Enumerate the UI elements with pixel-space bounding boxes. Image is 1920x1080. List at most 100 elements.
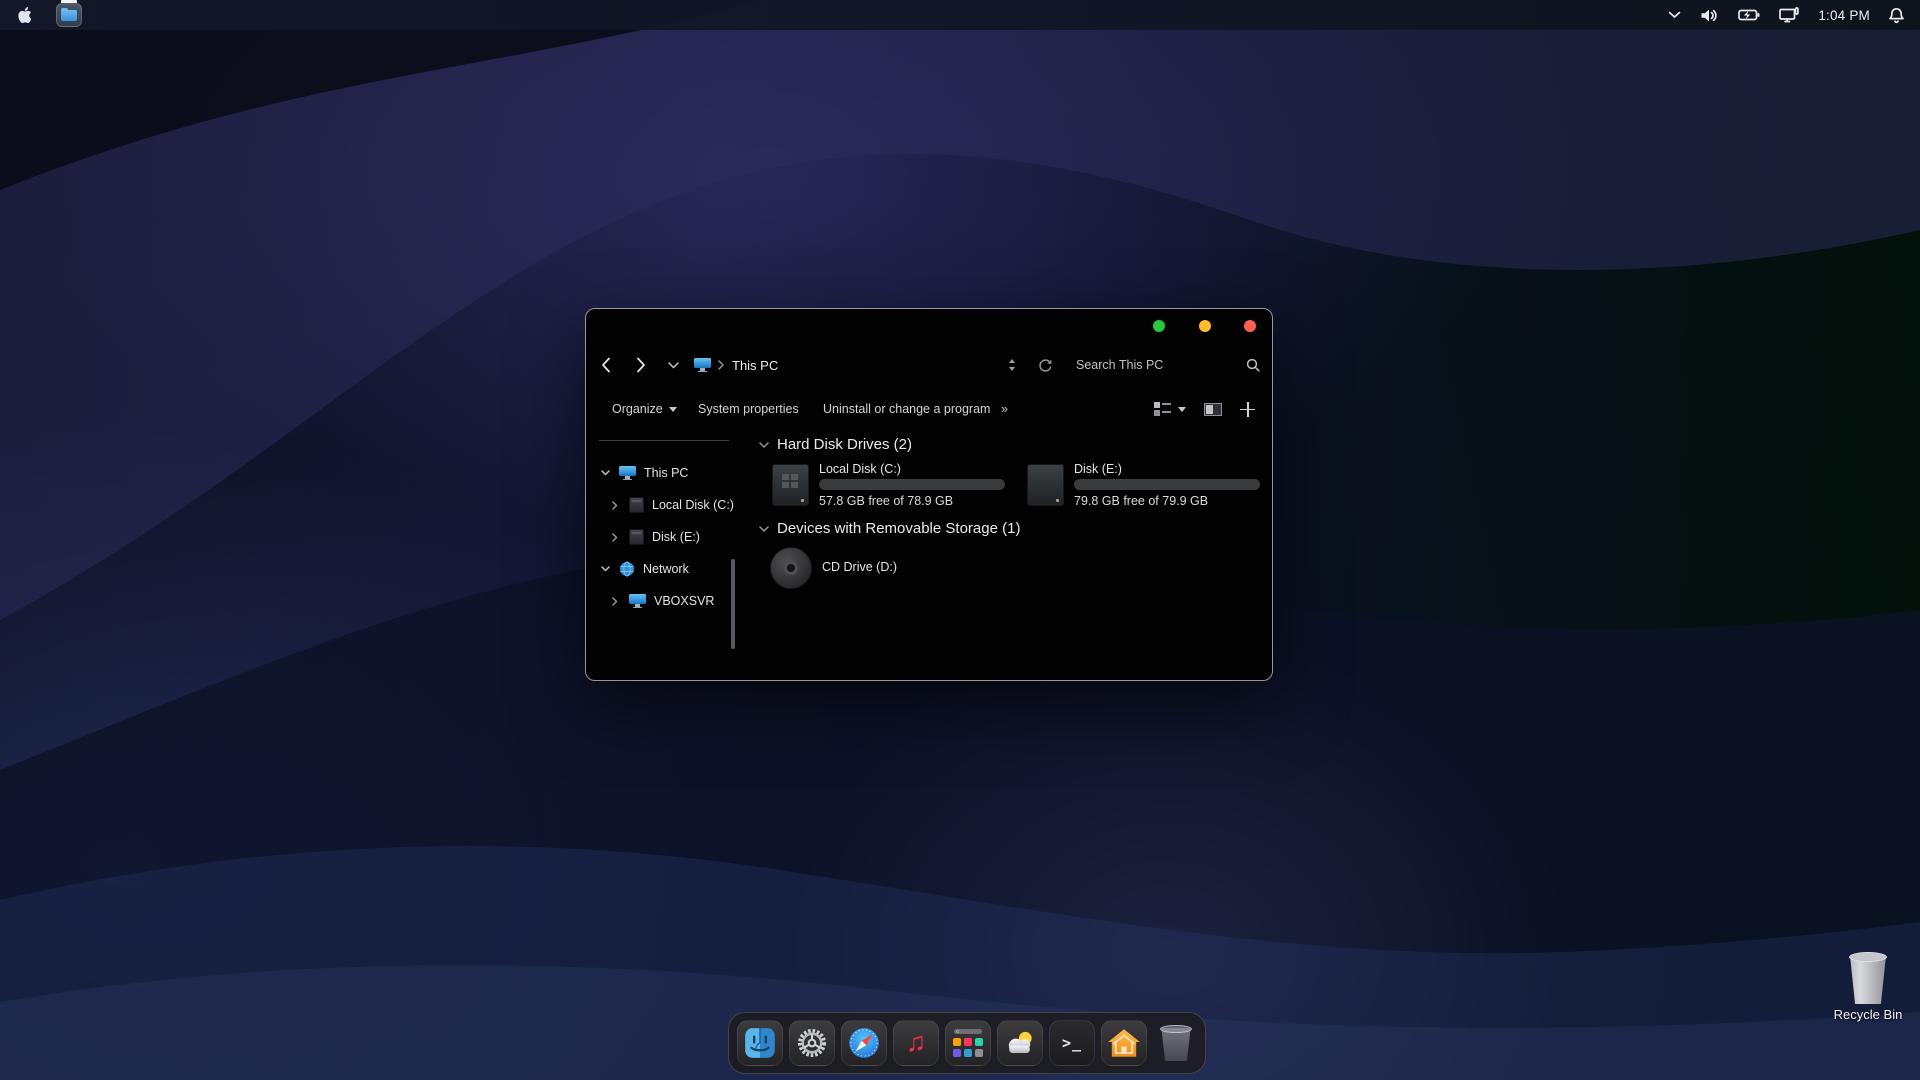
sidebar-separator (599, 440, 729, 441)
change-view-button[interactable] (1154, 395, 1186, 423)
launchpad-icon (951, 1029, 985, 1057)
trash-icon (1160, 1025, 1192, 1061)
this-pc-icon (694, 349, 711, 381)
sidebar-item-label: Network (643, 562, 689, 576)
chevron-down-icon[interactable] (759, 520, 769, 537)
files-app-icon[interactable] (54, 0, 84, 30)
sidebar-item-network[interactable]: Network (586, 556, 738, 582)
close-button[interactable] (1244, 320, 1256, 332)
search-icon[interactable] (1246, 349, 1260, 381)
hard-drive-icon (629, 497, 644, 513)
minimize-button[interactable] (1199, 320, 1211, 332)
cd-disc-icon (770, 547, 812, 589)
gear-icon (794, 1025, 830, 1061)
bell-icon[interactable] (1889, 7, 1904, 24)
safari-compass-icon (846, 1025, 882, 1061)
system-properties-button[interactable]: System properties (698, 395, 799, 423)
items-view: Hard Disk Drives (2) Local Disk (C:) 57.… (756, 429, 1266, 674)
desktop: 1:04 PM (0, 0, 1920, 1080)
dock-item-music[interactable]: ♫ (893, 1020, 939, 1066)
drive-name: Local Disk (C:) (819, 462, 901, 476)
drive-disk-e[interactable]: Disk (E:) 79.8 GB free of 79.9 GB (1027, 464, 1267, 514)
breadcrumb-separator-icon (718, 349, 724, 381)
organize-button[interactable]: Organize (612, 395, 677, 423)
chevron-down-icon[interactable] (600, 566, 610, 572)
home-icon (1106, 1025, 1142, 1061)
menu-bar: 1:04 PM (0, 0, 1920, 30)
launchpad-search-bar (954, 1029, 982, 1034)
uninstall-program-button[interactable]: Uninstall or change a program (823, 395, 990, 423)
section-title: Devices with Removable Storage (1) (777, 520, 1020, 537)
globe-icon (619, 561, 635, 577)
sidebar-item-local-disk-c[interactable]: Local Disk (C:) (586, 492, 738, 518)
volume-icon[interactable] (1700, 8, 1719, 23)
recent-locations-dropdown[interactable] (668, 349, 679, 381)
sidebar-scrollbar[interactable] (731, 559, 735, 649)
dock: ♫ (728, 1012, 1206, 1074)
refresh-icon[interactable] (1038, 349, 1053, 381)
drive-name: Disk (E:) (1074, 462, 1122, 476)
capacity-bar (1074, 479, 1260, 490)
navigation-pane: This PC Local Disk (C:) Disk (E:) (586, 429, 738, 674)
music-note-icon: ♫ (906, 1029, 926, 1056)
sidebar-item-label: VBOXSVR (654, 594, 714, 608)
title-bar[interactable] (586, 309, 1272, 343)
back-button[interactable] (601, 349, 611, 381)
apple-menu-icon[interactable] (17, 6, 32, 24)
new-item-button[interactable] (1240, 395, 1255, 423)
capacity-bar (819, 479, 1005, 490)
navigation-bar: This PC Search This PC (586, 349, 1272, 381)
recycle-bin-icon (1849, 952, 1887, 1004)
more-commands-button[interactable]: » (1001, 395, 1008, 423)
chevron-down-icon[interactable] (759, 436, 769, 453)
dock-item-finder[interactable] (737, 1020, 783, 1066)
chevron-down-icon[interactable] (1668, 11, 1681, 19)
view-list-icon (1154, 402, 1171, 416)
address-dropdown-icon[interactable] (1008, 349, 1016, 381)
display-icon[interactable] (1779, 7, 1799, 23)
dock-item-trash[interactable] (1153, 1020, 1199, 1066)
chevron-right-icon[interactable] (610, 501, 620, 510)
sidebar-item-label: This PC (644, 466, 688, 480)
section-title: Hard Disk Drives (2) (777, 436, 912, 453)
hard-drive-icon (629, 529, 644, 545)
plus-icon (1240, 402, 1255, 417)
sidebar-item-vboxsvr[interactable]: VBOXSVR (586, 588, 738, 614)
forward-button[interactable] (636, 349, 646, 381)
dock-item-terminal[interactable]: >_ (1049, 1020, 1095, 1066)
chevron-right-icon[interactable] (610, 533, 620, 542)
drive-local-disk-c[interactable]: Local Disk (C:) 57.8 GB free of 78.9 GB (772, 464, 1012, 514)
drive-cd-d[interactable]: CD Drive (D:) (770, 547, 970, 591)
dock-item-launchpad[interactable] (945, 1020, 991, 1066)
drive-name: CD Drive (D:) (822, 560, 897, 574)
chevron-down-icon[interactable] (600, 470, 610, 476)
dock-item-weather[interactable] (997, 1020, 1043, 1066)
sidebar-item-disk-e[interactable]: Disk (E:) (586, 524, 738, 550)
dock-item-home[interactable] (1101, 1020, 1147, 1066)
section-header-hard-disks[interactable]: Hard Disk Drives (2) (756, 436, 912, 453)
file-explorer-window: This PC Search This PC (585, 308, 1273, 681)
section-header-removable[interactable]: Devices with Removable Storage (1) (756, 520, 1020, 537)
battery-charging-icon[interactable] (1738, 9, 1760, 21)
windows-logo-icon (782, 474, 798, 488)
finder-icon (742, 1025, 778, 1061)
preview-pane-icon (1204, 403, 1222, 416)
hard-drive-icon (1027, 464, 1064, 506)
monitor-icon (629, 594, 646, 608)
breadcrumb[interactable]: This PC (732, 349, 778, 381)
clock[interactable]: 1:04 PM (1818, 8, 1870, 23)
dock-item-safari[interactable] (841, 1020, 887, 1066)
folder-icon (61, 10, 77, 21)
caret-down-icon (669, 407, 677, 412)
dock-item-settings[interactable] (789, 1020, 835, 1066)
search-input[interactable]: Search This PC (1076, 349, 1163, 381)
weather-cloud-sun-icon (1002, 1025, 1038, 1061)
monitor-icon (619, 466, 636, 480)
chevron-right-icon[interactable] (610, 597, 620, 606)
maximize-button[interactable] (1153, 320, 1165, 332)
sidebar-item-this-pc[interactable]: This PC (586, 460, 738, 486)
hard-drive-icon (772, 464, 809, 506)
preview-pane-button[interactable] (1204, 395, 1222, 423)
recycle-bin-shortcut[interactable]: Recycle Bin (1828, 952, 1908, 1022)
sidebar-item-label: Local Disk (C:) (652, 498, 734, 512)
